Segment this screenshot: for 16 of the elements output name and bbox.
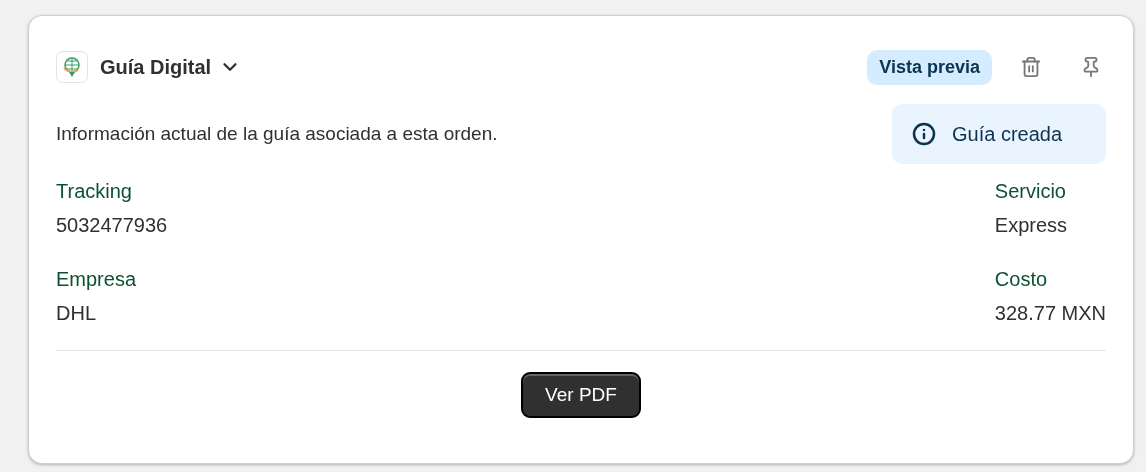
field-value: Express	[994, 213, 1068, 238]
trash-icon	[1020, 56, 1042, 78]
field-value: 328.77 MXN	[994, 301, 1106, 326]
field-label: Empresa	[56, 267, 137, 292]
field-label: Tracking	[56, 179, 132, 204]
globe-logo-icon	[56, 51, 88, 83]
preview-badge: Vista previa	[867, 49, 992, 85]
title-dropdown[interactable]: Guía Digital	[100, 52, 242, 82]
field-value: DHL	[56, 301, 96, 326]
description: Información actual de la guía asociada a esta orden.	[56, 121, 498, 146]
view-pdf-button[interactable]: Ver PDF	[521, 372, 641, 418]
status-label: Guía creada	[952, 122, 1063, 147]
info-icon	[912, 122, 936, 146]
field-label: Costo	[994, 267, 1048, 292]
field-label: Servicio	[994, 179, 1066, 204]
field-value: 5032477936	[56, 213, 168, 238]
